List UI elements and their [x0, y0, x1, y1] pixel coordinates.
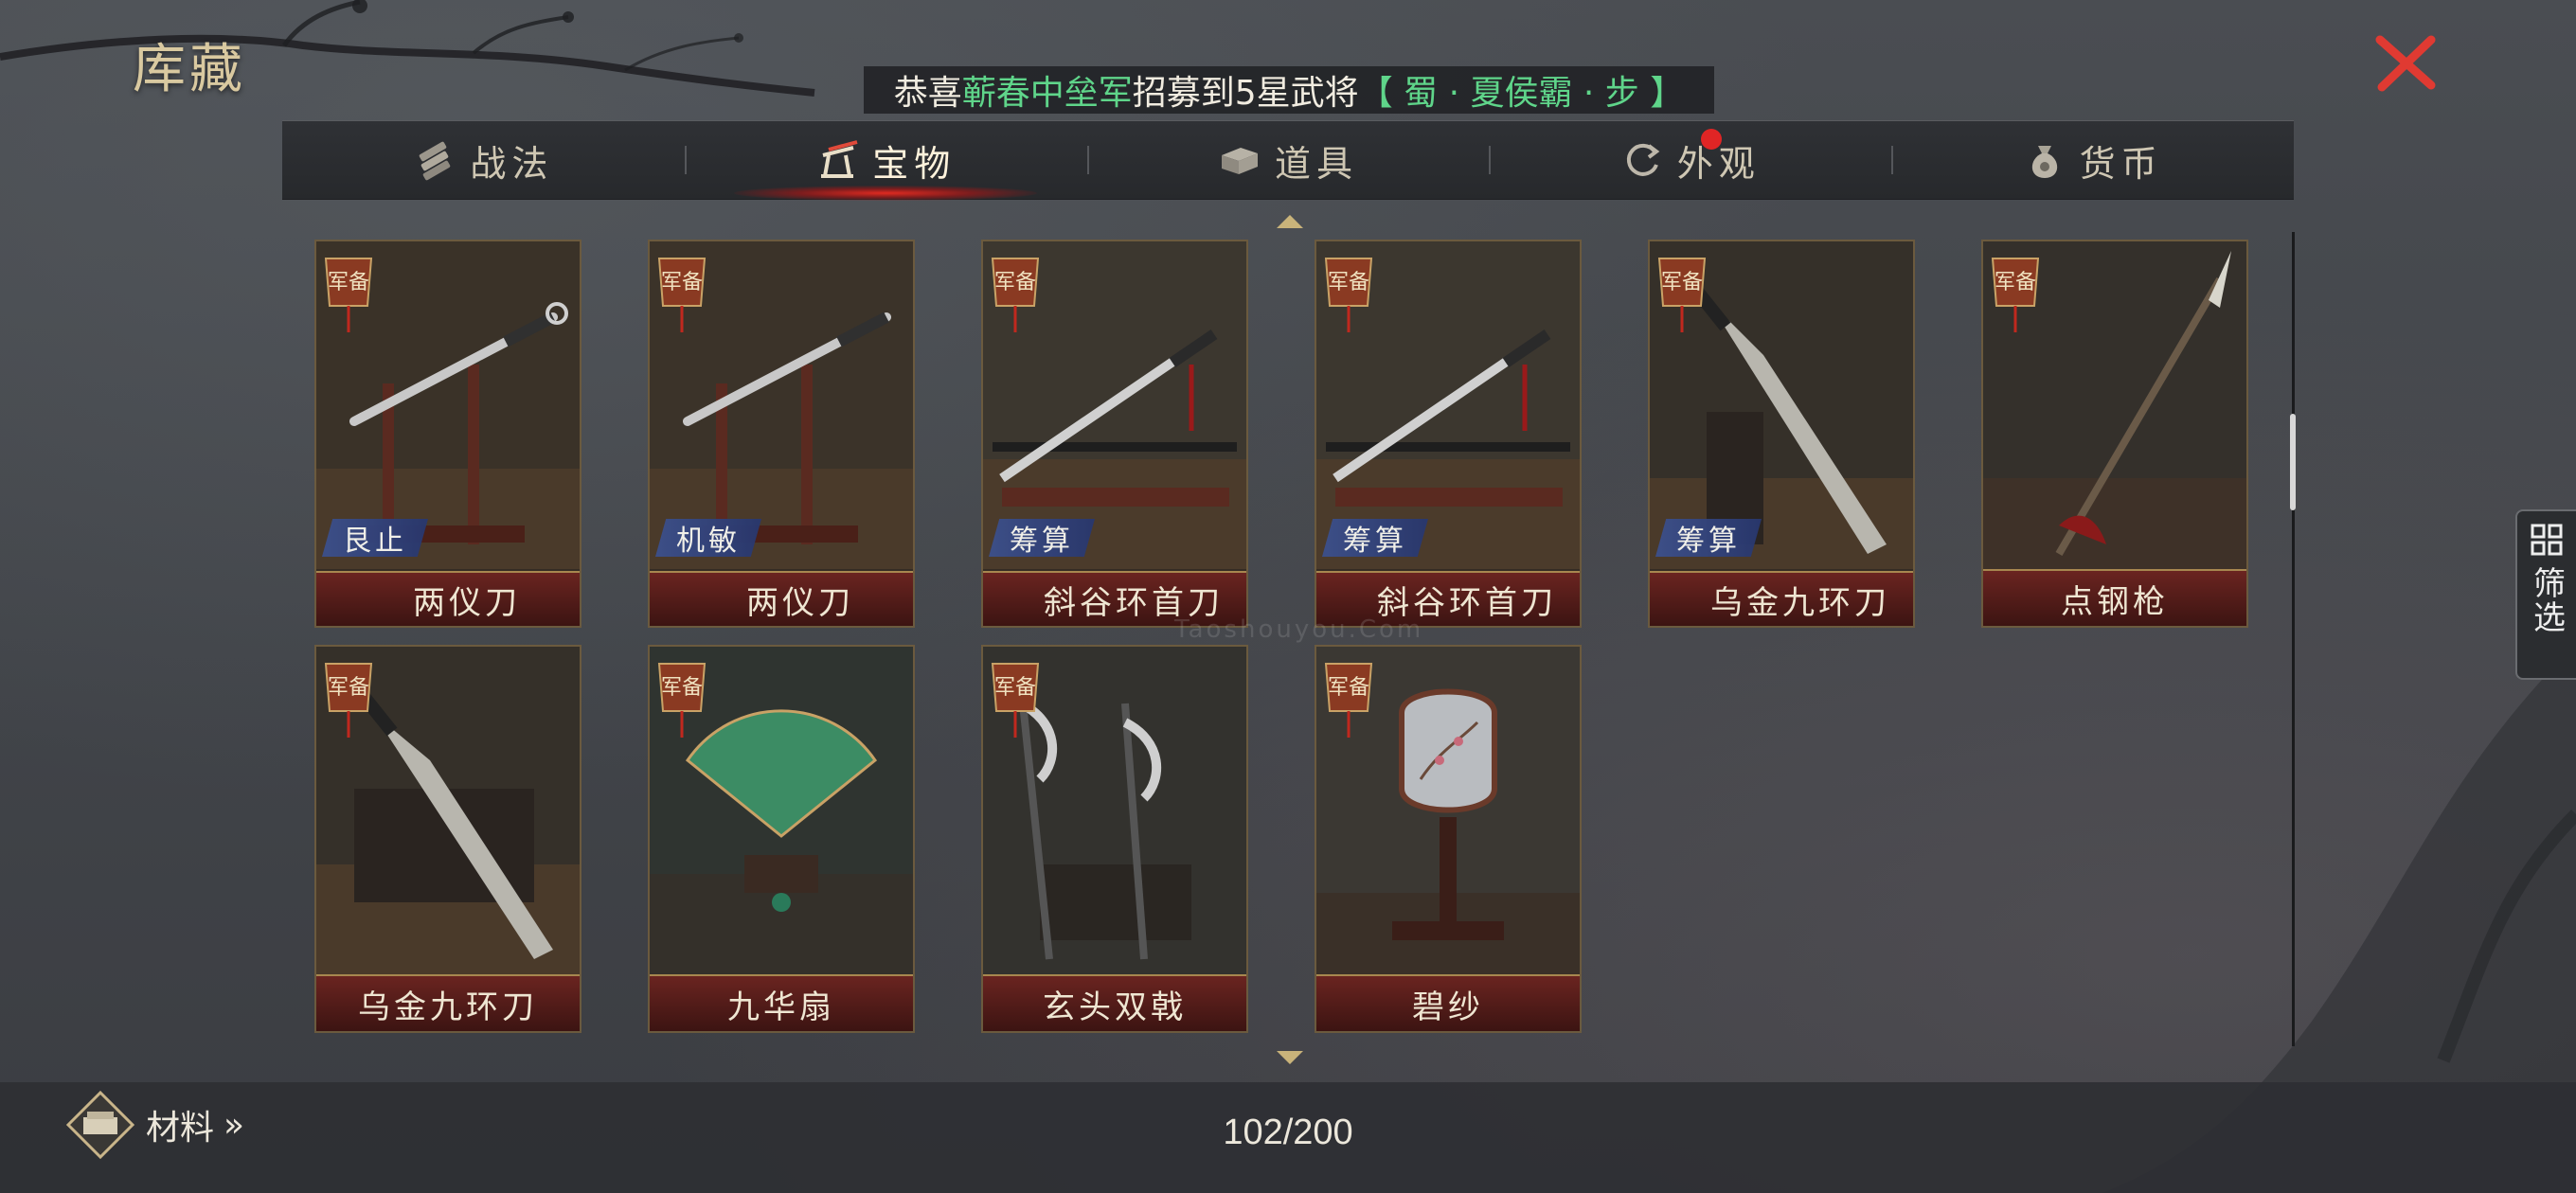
seal-badge-icon: 军备 [1657, 258, 1707, 332]
tab-label: 道具 [1274, 142, 1358, 185]
treasure-card[interactable]: 军备 乌金九环刀 [314, 645, 581, 1033]
notice-hero: 【 蜀 · 夏侯霸 · 步 】 [1358, 74, 1685, 113]
scroll-up-arrow-icon[interactable] [1277, 215, 1303, 228]
watermark: Taoshouyou.Com [1174, 615, 1424, 644]
item-name: 两仪刀 [316, 571, 580, 626]
item-name: 九华扇 [650, 974, 913, 1031]
grid-filter-icon [2531, 524, 2563, 556]
weapon-rack-icon [821, 140, 858, 178]
seal-badge-icon: 军备 [657, 663, 707, 738]
seal-text: 军备 [1328, 676, 1369, 700]
seal-text: 军备 [328, 271, 369, 294]
recruit-broadcast: 恭喜 蕲春中垒军 招募到5星武将 【 蜀 · 夏侯霸 · 步 】 [864, 66, 1714, 114]
notice-player: 蕲春中垒军 [961, 74, 1133, 113]
page-title: 库藏 [133, 39, 246, 100]
seal-text: 军备 [328, 676, 369, 700]
scroll-bundle-icon [420, 141, 451, 181]
tab-label: 战法 [470, 142, 554, 185]
item-name: 乌金九环刀 [316, 974, 580, 1031]
tab-currency[interactable]: 货币 [1891, 121, 2294, 199]
scrollbar-track[interactable] [2292, 232, 2295, 1046]
treasure-card[interactable]: 军备 九华扇 [648, 645, 915, 1033]
seal-text: 军备 [661, 676, 703, 700]
seal-badge-icon: 军备 [1324, 258, 1373, 332]
item-name: 点钢枪 [1983, 569, 2246, 626]
seal-text: 军备 [1661, 271, 1703, 294]
treasure-card[interactable]: 军备 艮止 極 两仪刀 [314, 240, 581, 628]
filter-button[interactable]: 筛选 [2515, 509, 2576, 680]
item-name: 乌金九环刀 [1650, 571, 1913, 626]
seal-text: 军备 [661, 271, 703, 294]
seal-badge-icon: 军备 [657, 258, 707, 332]
seal-text: 军备 [994, 271, 1036, 294]
item-name: 玄头双戟 [983, 974, 1246, 1031]
close-icon[interactable] [2372, 30, 2439, 97]
tab-label: 宝物 [872, 142, 957, 185]
scroll-down-arrow-icon[interactable] [1277, 1051, 1303, 1064]
seal-text: 军备 [1328, 271, 1369, 294]
skill-tag: 艮止 [322, 519, 428, 557]
tab-tactics[interactable]: 战法 [282, 121, 685, 199]
treasure-card[interactable]: 军备 筹算 極 斜谷环首刀 [981, 240, 1248, 628]
inventory-count: 102/200 [1223, 1113, 1353, 1152]
seal-text: 军备 [1995, 271, 2036, 294]
skill-tag: 机敏 [655, 519, 761, 557]
tab-appearance[interactable]: 外观 [1489, 121, 1891, 199]
scrollbar-thumb[interactable] [2290, 414, 2296, 510]
seal-badge-icon: 军备 [324, 663, 373, 738]
treasure-card[interactable]: 军备 点钢枪 [1981, 240, 2248, 628]
refresh-cycle-icon [1626, 143, 1660, 176]
filter-label: 筛选 [2527, 566, 2566, 634]
seal-badge-icon: 军备 [1991, 258, 2040, 332]
chest-icon [1221, 148, 1258, 174]
tab-items[interactable]: 道具 [1086, 121, 1490, 199]
skill-tag: 筹算 [989, 519, 1095, 557]
skill-tag: 筹算 [1655, 519, 1762, 557]
seal-badge-icon: 军备 [991, 258, 1040, 332]
seal-badge-icon: 军备 [1324, 663, 1373, 738]
skill-tag: 筹算 [1322, 519, 1428, 557]
item-name: 碧纱 [1316, 974, 1580, 1031]
treasure-card[interactable]: 军备 筹算 極 斜谷环首刀 [1315, 240, 1582, 628]
treasure-card[interactable]: 军备 筹算 極 乌金九环刀 [1648, 240, 1915, 628]
treasure-card[interactable]: 军备 机敏 極 两仪刀 [648, 240, 915, 628]
treasure-card[interactable]: 军备 玄头双戟 [981, 645, 1248, 1033]
seal-badge-icon: 军备 [324, 258, 373, 332]
category-tabs: 战法 宝物 道具 外观 货币 [282, 120, 2294, 200]
seal-text: 军备 [994, 676, 1036, 700]
notice-middle: 招募到5星武将 [1132, 74, 1359, 113]
treasure-card[interactable]: 军备 碧纱 [1315, 645, 1582, 1033]
seal-badge-icon: 军备 [991, 663, 1040, 738]
notice-prefix: 恭喜 [893, 74, 962, 113]
item-name: 两仪刀 [650, 571, 913, 626]
money-bag-icon [2031, 146, 2057, 178]
tab-treasure[interactable]: 宝物 [684, 121, 1087, 199]
tab-label: 货币 [2079, 142, 2163, 185]
